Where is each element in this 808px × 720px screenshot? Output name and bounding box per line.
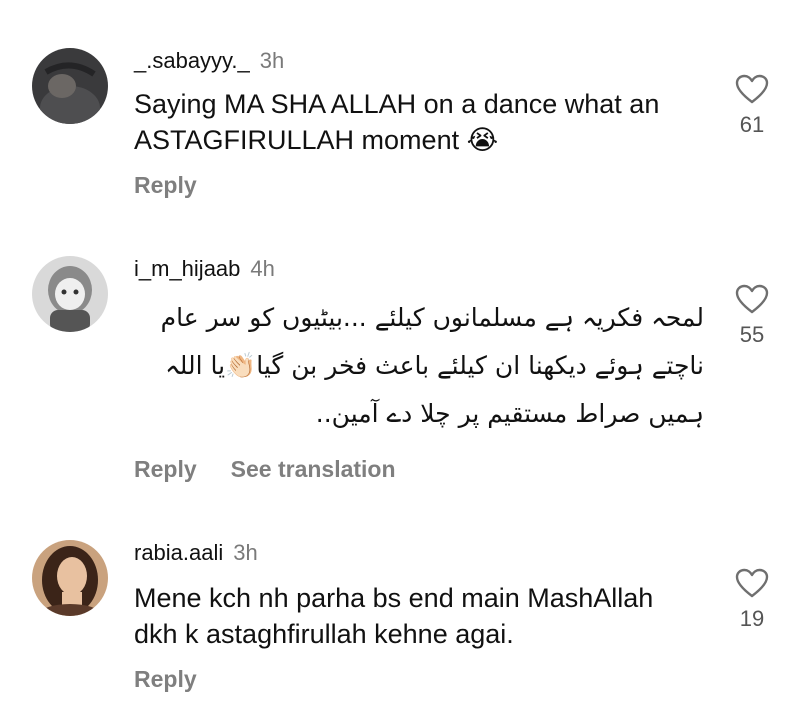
comment-actions: Reply: [134, 172, 231, 199]
see-translation-button[interactable]: See translation: [231, 456, 396, 482]
like-control: 19: [732, 568, 772, 632]
username[interactable]: i_m_hijaab: [134, 256, 240, 281]
avatar[interactable]: [32, 48, 108, 124]
comment-text: Mene kch nh parha bs end main MashAllah …: [134, 583, 654, 649]
username[interactable]: _.sabayyy._: [134, 48, 250, 73]
heart-outline-icon[interactable]: [735, 74, 769, 104]
timestamp: 4h: [250, 256, 275, 281]
comment-text-line: ناچتے ہوئے دیکھنا ان کیلئے باعث فخر بن گ…: [165, 351, 704, 380]
comment-text-line: ہمیں صراط مستقیم پر چلا دے آمین..: [315, 399, 704, 428]
like-count: 19: [739, 606, 765, 631]
comment-actions: Reply See translation: [134, 456, 430, 483]
reply-button[interactable]: Reply: [134, 172, 197, 198]
timestamp: 3h: [259, 48, 285, 73]
comment-meta: rabia.aali 3h: [134, 540, 258, 566]
reply-button[interactable]: Reply: [134, 666, 197, 692]
heart-outline-icon[interactable]: [735, 284, 769, 314]
reply-button[interactable]: Reply: [134, 456, 197, 482]
avatar[interactable]: [32, 256, 108, 332]
like-control: 55: [732, 284, 772, 348]
avatar[interactable]: [32, 540, 108, 616]
like-control: 61: [732, 74, 772, 138]
like-count: 61: [739, 112, 765, 137]
like-count: 55: [739, 322, 765, 347]
comment-text: Saying MA SHA ALLAH on a dance what an A…: [134, 89, 660, 155]
comment-meta: i_m_hijaab 4h: [134, 256, 275, 282]
comment-actions: Reply: [134, 666, 231, 693]
username[interactable]: rabia.aali: [134, 540, 223, 565]
comment-text-line: لمحہ فکریہ ہے مسلمانوں کیلئے ...بیٹیوں ک…: [160, 303, 704, 332]
comment-meta: _.sabayyy._ 3h: [134, 48, 284, 74]
heart-outline-icon[interactable]: [735, 568, 769, 598]
comment-text: لمحہ فکریہ ہے مسلمانوں کیلئے ...بیٹیوں ک…: [134, 294, 704, 438]
timestamp: 3h: [233, 540, 258, 565]
